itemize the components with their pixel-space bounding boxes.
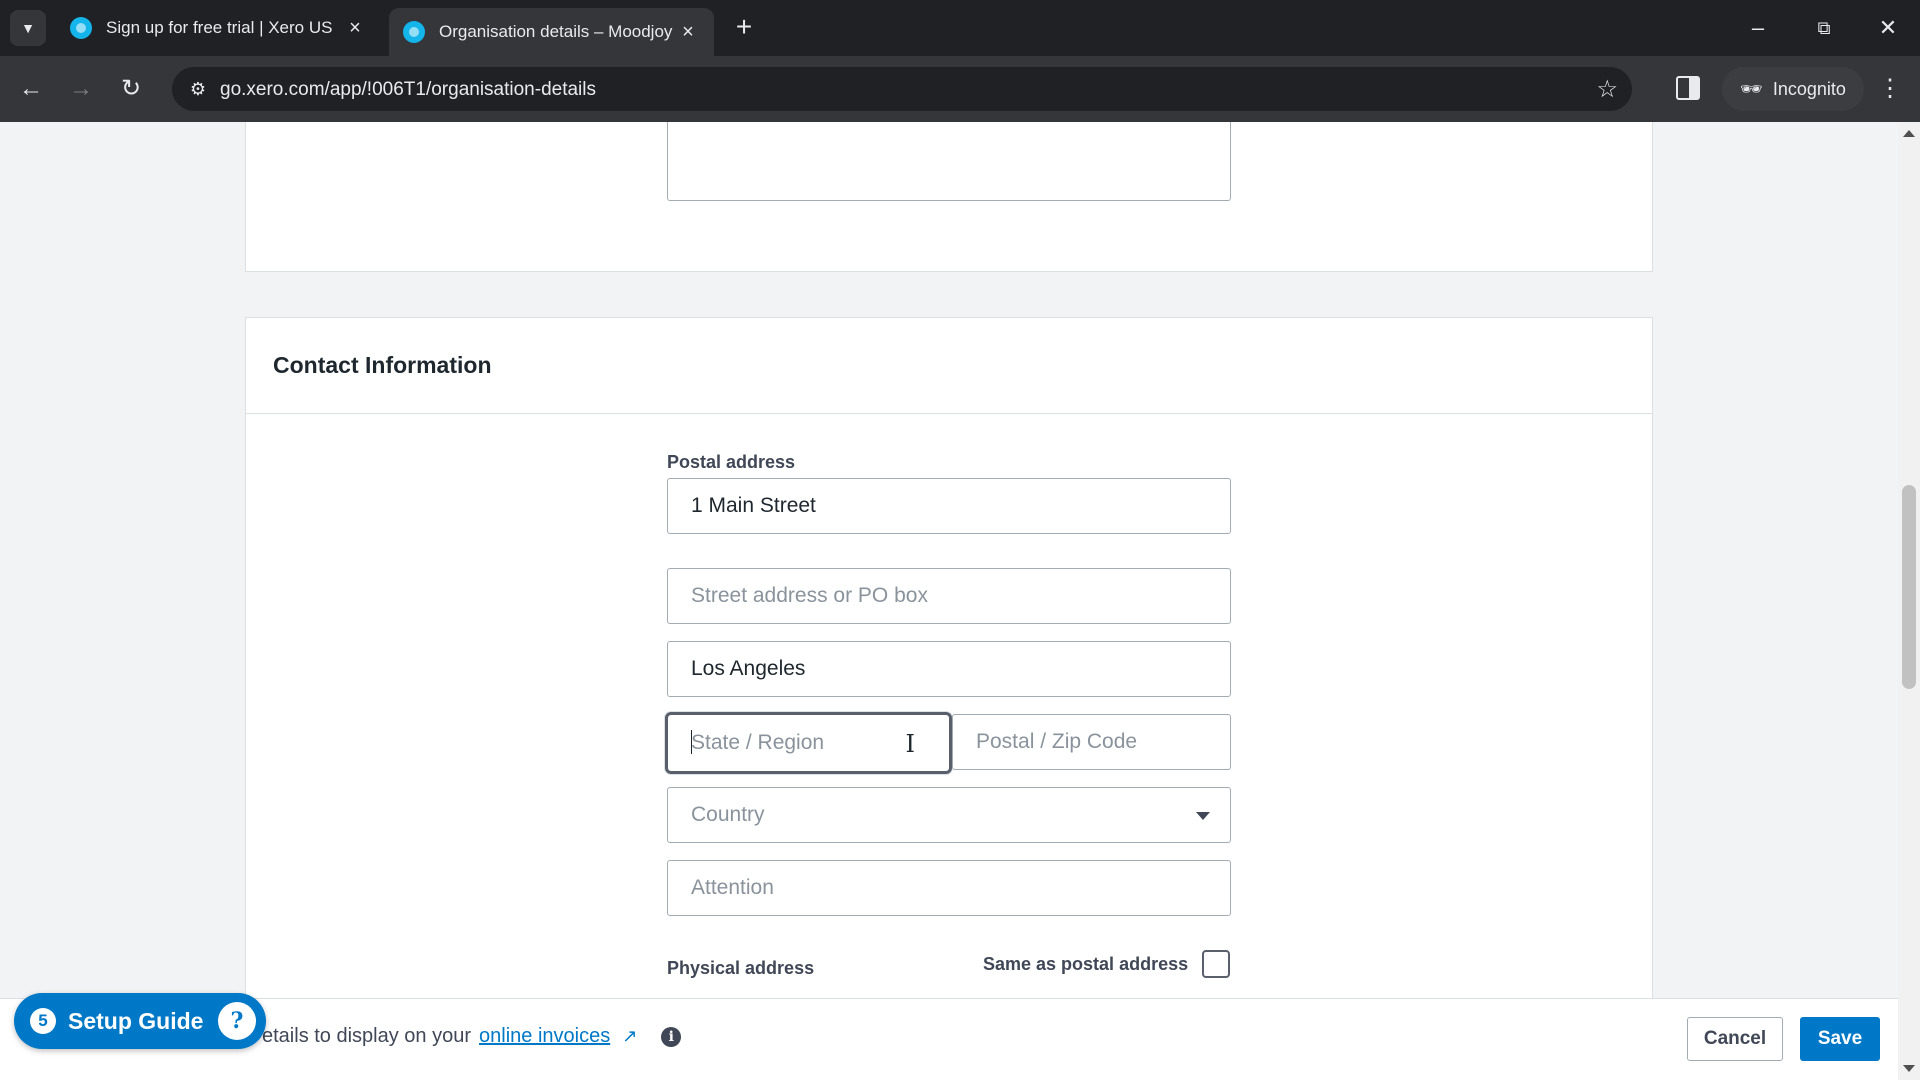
text-caret xyxy=(691,730,692,754)
attention-field[interactable]: Attention xyxy=(667,860,1231,916)
postal-address-label: Postal address xyxy=(667,452,796,472)
scroll-down-icon[interactable] xyxy=(1903,1065,1915,1072)
setup-guide-button[interactable]: 5 Setup Guide ? xyxy=(14,993,266,1049)
organisation-card-previous xyxy=(245,122,1653,272)
invoice-note-text: etails to display on your xyxy=(262,1025,472,1047)
tab-signup[interactable]: Sign up for free trial | Xero US × xyxy=(56,8,381,48)
physical-address-label: Physical address xyxy=(667,958,815,978)
country-select[interactable]: Country xyxy=(667,787,1231,843)
same-as-postal-label: Same as postal address xyxy=(983,953,1189,974)
incognito-label: Incognito xyxy=(1772,78,1846,99)
scrollbar-thumb[interactable] xyxy=(1902,485,1916,689)
site-settings-icon[interactable]: ⚙ xyxy=(186,77,210,101)
setup-guide-label: Setup Guide xyxy=(68,1007,204,1034)
side-panel-icon[interactable] xyxy=(1676,76,1700,100)
browser-tab-bar: ▼ Sign up for free trial | Xero US × Org… xyxy=(0,0,1920,56)
same-as-postal-checkbox[interactable] xyxy=(1202,950,1231,978)
close-icon[interactable]: × xyxy=(676,21,700,44)
section-title: Contact Information xyxy=(273,352,492,378)
city-value: Los Angeles xyxy=(691,657,806,680)
close-icon[interactable]: × xyxy=(343,17,367,40)
info-icon[interactable]: i xyxy=(661,1026,682,1047)
star-icon[interactable]: ☆ xyxy=(1596,75,1618,104)
address-bar[interactable]: ⚙ go.xero.com/app/!006T1/organisation-de… xyxy=(172,67,1632,111)
save-button[interactable]: Save xyxy=(1800,1017,1880,1061)
country-placeholder: Country xyxy=(691,803,765,826)
text-cursor-icon: I xyxy=(905,730,915,758)
tab-title: Sign up for free trial | Xero US xyxy=(106,18,333,37)
postal-zip-field[interactable]: Postal / Zip Code xyxy=(952,714,1231,770)
invoice-note: etails to display on your online invoice… xyxy=(262,1025,682,1048)
external-link-icon[interactable]: ↗ xyxy=(622,1026,637,1047)
reload-icon[interactable]: ↻ xyxy=(112,70,150,108)
sticky-footer: etails to display on your online invoice… xyxy=(0,998,1898,1080)
state-region-field[interactable]: State / Region I xyxy=(665,712,952,774)
city-field[interactable]: Los Angeles xyxy=(667,641,1231,697)
xero-favicon-icon xyxy=(70,17,92,39)
address-line2-field[interactable]: Street address or PO box xyxy=(667,568,1231,624)
chevron-down-icon xyxy=(1196,812,1210,820)
address-line1-value: 1 Main Street xyxy=(691,494,816,517)
page-content: Contact Information Postal address 1 Mai… xyxy=(0,122,1898,1080)
minimize-icon[interactable]: – xyxy=(1732,10,1784,46)
online-invoices-link[interactable]: online invoices xyxy=(479,1025,610,1048)
url-text: go.xero.com/app/!006T1/organisation-deta… xyxy=(220,79,597,100)
contact-information-card: Contact Information Postal address 1 Mai… xyxy=(245,317,1653,1080)
forward-icon[interactable]: → xyxy=(62,70,100,108)
cancel-button[interactable]: Cancel xyxy=(1687,1017,1783,1061)
kebab-menu-icon[interactable]: ⋮ xyxy=(1878,70,1902,108)
window-close-icon[interactable]: ✕ xyxy=(1862,10,1914,46)
tab-organisation-details[interactable]: Organisation details – Moodjoy × xyxy=(389,8,714,56)
address-line2-placeholder: Street address or PO box xyxy=(691,584,928,607)
description-textarea[interactable] xyxy=(667,122,1231,201)
attention-placeholder: Attention xyxy=(691,876,774,899)
card-header: Contact Information xyxy=(246,318,1652,414)
restore-icon[interactable]: ⧉ xyxy=(1798,10,1850,46)
scroll-up-icon[interactable] xyxy=(1903,130,1915,137)
page-scrollbar[interactable] xyxy=(1898,122,1920,1080)
tab-title: Organisation details – Moodjoy xyxy=(439,22,673,41)
address-line1-field[interactable]: 1 Main Street xyxy=(667,478,1231,534)
same-as-postal-row: Same as postal address xyxy=(983,950,1231,978)
back-icon[interactable]: ← xyxy=(12,70,50,108)
incognito-icon: 🕶 xyxy=(1740,78,1763,99)
help-icon[interactable]: ? xyxy=(218,1002,256,1040)
state-region-placeholder: State / Region xyxy=(691,731,825,754)
incognito-indicator[interactable]: 🕶 Incognito xyxy=(1722,67,1864,111)
tab-list-icon[interactable]: ▼ xyxy=(10,10,46,46)
postal-zip-placeholder: Postal / Zip Code xyxy=(976,730,1138,753)
browser-toolbar: ← → ↻ ⚙ go.xero.com/app/!006T1/organisat… xyxy=(0,56,1920,122)
xero-favicon-icon xyxy=(403,21,425,43)
setup-guide-count-badge: 5 xyxy=(30,1008,56,1034)
new-tab-button[interactable]: + xyxy=(728,12,760,44)
